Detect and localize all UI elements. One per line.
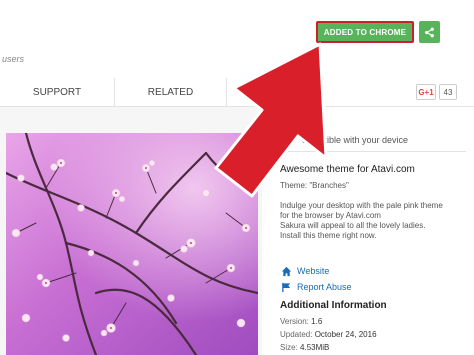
users-count-text: users — [2, 54, 25, 64]
updated-value: October 24, 2016 — [314, 330, 377, 339]
red-pointer-arrow — [214, 42, 328, 198]
share-icon — [425, 27, 434, 37]
version-row: Version: 1.6 — [280, 317, 322, 326]
size-row: Size: 4.53MiB — [280, 343, 329, 352]
google-plus-widget: G+1 43 — [416, 84, 457, 100]
flag-icon — [280, 281, 292, 293]
updated-label: Updated: — [280, 330, 313, 339]
google-plus-button[interactable]: G+1 — [416, 84, 436, 100]
updated-row: Updated: October 24, 2016 — [280, 330, 377, 339]
home-icon — [280, 265, 292, 277]
description-line: Sakura will appeal to all the lovely lad… — [280, 221, 426, 230]
website-link[interactable]: Website — [280, 265, 329, 277]
website-link-label: Website — [297, 266, 330, 276]
tab-support[interactable]: SUPPORT — [0, 78, 115, 106]
google-plus-count: 43 — [439, 84, 457, 100]
description-line: Install this theme right now. — [280, 231, 377, 240]
size-label: Size: — [280, 343, 298, 352]
share-button[interactable] — [419, 21, 440, 43]
description-line: for the browser by Atavi.com — [280, 211, 381, 220]
description: Indulge your desktop with the pale pink … — [280, 201, 470, 241]
description-line: Indulge your desktop with the pale pink … — [280, 201, 443, 210]
size-value: 4.53MiB — [300, 343, 330, 352]
report-abuse-label: Report Abuse — [297, 282, 352, 292]
report-abuse-link[interactable]: Report Abuse — [280, 281, 352, 293]
additional-info-heading: Additional Information — [280, 300, 387, 311]
version-value: 1.6 — [311, 317, 323, 326]
version-label: Version: — [280, 317, 309, 326]
